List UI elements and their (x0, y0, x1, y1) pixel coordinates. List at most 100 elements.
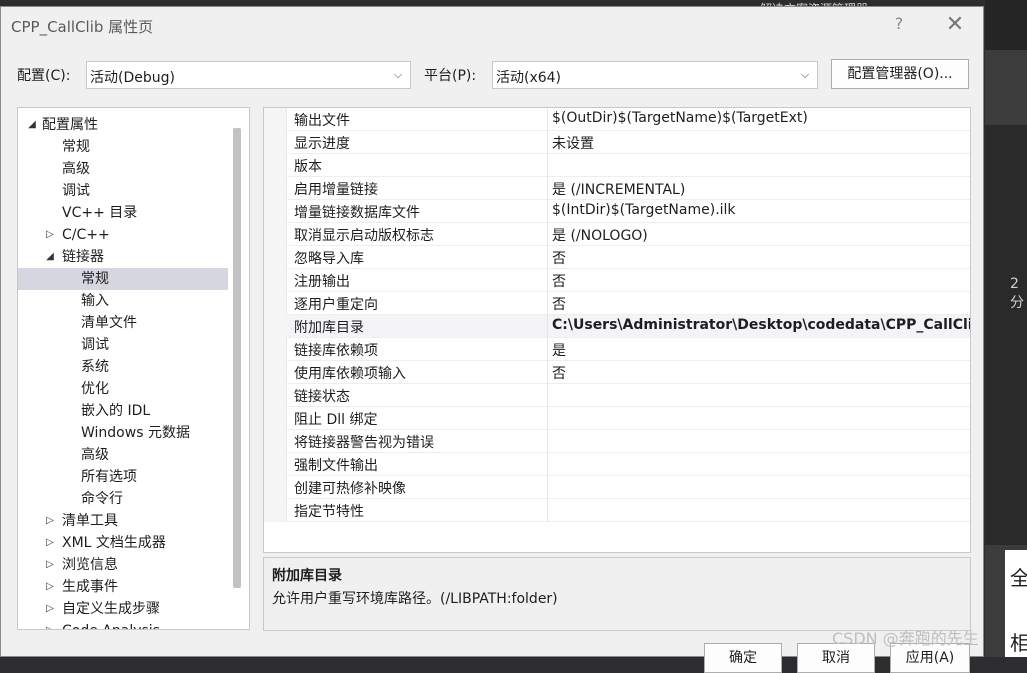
property-row[interactable]: 版本 (286, 154, 970, 177)
collapse-arrow-icon[interactable]: ◢ (44, 246, 56, 268)
column-divider (547, 292, 548, 315)
property-row[interactable]: 逐用户重定向 否 (286, 292, 970, 315)
tree-item[interactable]: VC++ 目录 (18, 202, 228, 224)
tree-item[interactable]: ▷ 自定义生成步骤 (18, 598, 228, 620)
property-name: 创建可热修补映像 (294, 481, 406, 497)
expand-arrow-icon[interactable]: ▷ (44, 532, 56, 554)
tree-item[interactable]: 输入 (18, 290, 228, 312)
tree-item[interactable]: 系统 (18, 356, 228, 378)
ide-text-fragment: 全 (1010, 566, 1027, 590)
ide-panel (985, 0, 1027, 50)
tree-item[interactable]: 调试 (18, 334, 228, 356)
expand-arrow-icon[interactable]: ▷ (44, 554, 56, 576)
tree-scrollbar-thumb[interactable] (233, 128, 241, 588)
column-divider (547, 131, 548, 154)
collapse-arrow-icon[interactable]: ◢ (26, 114, 38, 136)
tree-item[interactable]: ◢ 配置属性 (18, 114, 228, 136)
property-value[interactable]: C:\Users\Administrator\Desktop\codedata\… (552, 317, 970, 333)
tree-item[interactable]: ▷ C/C++ (18, 224, 228, 246)
property-grid[interactable]: 输出文件 $(OutDir)$(TargetName)$(TargetExt) 显示… (263, 107, 971, 553)
tree-item-label: 清单文件 (81, 315, 137, 331)
tree-item-label: 常规 (62, 139, 90, 155)
property-row[interactable]: 链接库依赖项 是 (286, 338, 970, 361)
property-row[interactable]: 取消显示启动版权标志 是 (/NOLOGO) (286, 223, 970, 246)
property-value[interactable]: 是 (552, 340, 566, 360)
tree-item[interactable]: Windows 元数据 (18, 422, 228, 444)
close-button[interactable]: ✕ (941, 12, 969, 38)
tree-item-label: 命令行 (81, 491, 123, 507)
property-name: 启用增量链接 (294, 182, 378, 198)
property-row[interactable]: 忽略导入库 否 (286, 246, 970, 269)
property-row[interactable]: 增量链接数据库文件 $(IntDir)$(TargetName).ilk (286, 200, 970, 223)
tree-item[interactable]: ◢ 链接器 (18, 246, 228, 268)
tree-item[interactable]: 嵌入的 IDL (18, 400, 228, 422)
property-name: 强制文件输出 (294, 458, 378, 474)
dialog-title: CPP_CallClib 属性页 (11, 18, 154, 36)
tree-item[interactable]: 高级 (18, 158, 228, 180)
ok-button[interactable]: 确定 (704, 643, 782, 673)
expand-arrow-icon[interactable]: ▷ (44, 620, 56, 629)
property-row[interactable]: 创建可热修补映像 (286, 476, 970, 499)
property-value[interactable]: 否 (552, 363, 566, 383)
tree-item[interactable]: 常规 (18, 136, 228, 158)
configuration-dropdown[interactable]: 活动(Debug) ⌵ (86, 61, 411, 89)
tree-item[interactable]: 所有选项 (18, 466, 228, 488)
property-row[interactable]: 链接状态 (286, 384, 970, 407)
tree-item[interactable]: ▷ 浏览信息 (18, 554, 228, 576)
tree-item-label: 链接器 (62, 249, 104, 265)
property-name: 忽略导入库 (294, 251, 364, 267)
column-divider (547, 476, 548, 499)
property-row[interactable]: 启用增量链接 是 (/INCREMENTAL) (286, 177, 970, 200)
column-divider (547, 223, 548, 246)
property-value[interactable]: 否 (552, 248, 566, 268)
property-category-tree[interactable]: ◢ 配置属性 常规 高级 调试 VC++ 目录 ▷ C/C++ ◢ 链接器 常规 输入 清单文件 调试 系统… (17, 107, 250, 630)
property-row[interactable]: 指定节特性 (286, 499, 970, 522)
tree-item-label: Windows 元数据 (81, 425, 190, 441)
tree-item-label: 优化 (81, 381, 109, 397)
help-button[interactable]: ? (889, 14, 909, 36)
property-value[interactable]: 是 (/NOLOGO) (552, 225, 648, 245)
configuration-manager-button[interactable]: 配置管理器(O)... (831, 59, 969, 89)
column-divider (547, 108, 548, 131)
tree-item[interactable]: ▷ Code Analysis (18, 620, 228, 629)
tree-item[interactable]: 高级 (18, 444, 228, 466)
expand-arrow-icon[interactable]: ▷ (44, 224, 56, 246)
property-value[interactable]: $(IntDir)$(TargetName).ilk (552, 202, 736, 218)
tree-item[interactable]: 优化 (18, 378, 228, 400)
property-name: 附加库目录 (294, 320, 364, 336)
property-name: 版本 (294, 159, 322, 175)
property-row[interactable]: 显示进度 未设置 (286, 131, 970, 154)
tree-item[interactable]: 调试 (18, 180, 228, 202)
property-name: 使用库依赖项输入 (294, 366, 406, 382)
tree-item[interactable]: ▷ 生成事件 (18, 576, 228, 598)
column-divider (547, 315, 548, 338)
tree-item[interactable]: ▷ XML 文档生成器 (18, 532, 228, 554)
property-row[interactable]: 注册输出 否 (286, 269, 970, 292)
tree-item-label: 生成事件 (62, 579, 118, 595)
chevron-down-icon: ⌵ (393, 68, 403, 81)
expand-arrow-icon[interactable]: ▷ (44, 510, 56, 532)
description-text: 允许用户重写环境库路径。(/LIBPATH:folder) (272, 591, 558, 607)
tree-item[interactable]: ▷ 清单工具 (18, 510, 228, 532)
property-value[interactable]: 否 (552, 294, 566, 314)
property-row[interactable]: 强制文件输出 (286, 453, 970, 476)
property-value[interactable]: 未设置 (552, 133, 594, 153)
column-divider (547, 338, 548, 361)
tree-item[interactable]: 清单文件 (18, 312, 228, 334)
property-value[interactable]: $(OutDir)$(TargetName)$(TargetExt) (552, 110, 808, 126)
property-value[interactable]: 否 (552, 271, 566, 291)
expand-arrow-icon[interactable]: ▷ (44, 598, 56, 620)
tree-item[interactable]: 命令行 (18, 488, 228, 510)
tree-item-label: 所有选项 (81, 469, 137, 485)
property-value[interactable]: 是 (/INCREMENTAL) (552, 179, 685, 199)
tree-item-label: 浏览信息 (62, 557, 118, 573)
expand-arrow-icon[interactable]: ▷ (44, 576, 56, 598)
property-row[interactable]: 输出文件 $(OutDir)$(TargetName)$(TargetExt) (286, 108, 970, 131)
property-row[interactable]: 阻止 Dll 绑定 (286, 407, 970, 430)
tree-item-label: 高级 (81, 447, 109, 463)
property-row[interactable]: 使用库依赖项输入 否 (286, 361, 970, 384)
tree-item[interactable]: 常规 (18, 268, 228, 290)
platform-dropdown[interactable]: 活动(x64) ⌵ (492, 61, 818, 89)
property-row[interactable]: 将链接器警告视为错误 (286, 430, 970, 453)
property-row[interactable]: 附加库目录 C:\Users\Administrator\Desktop\code… (286, 315, 970, 338)
